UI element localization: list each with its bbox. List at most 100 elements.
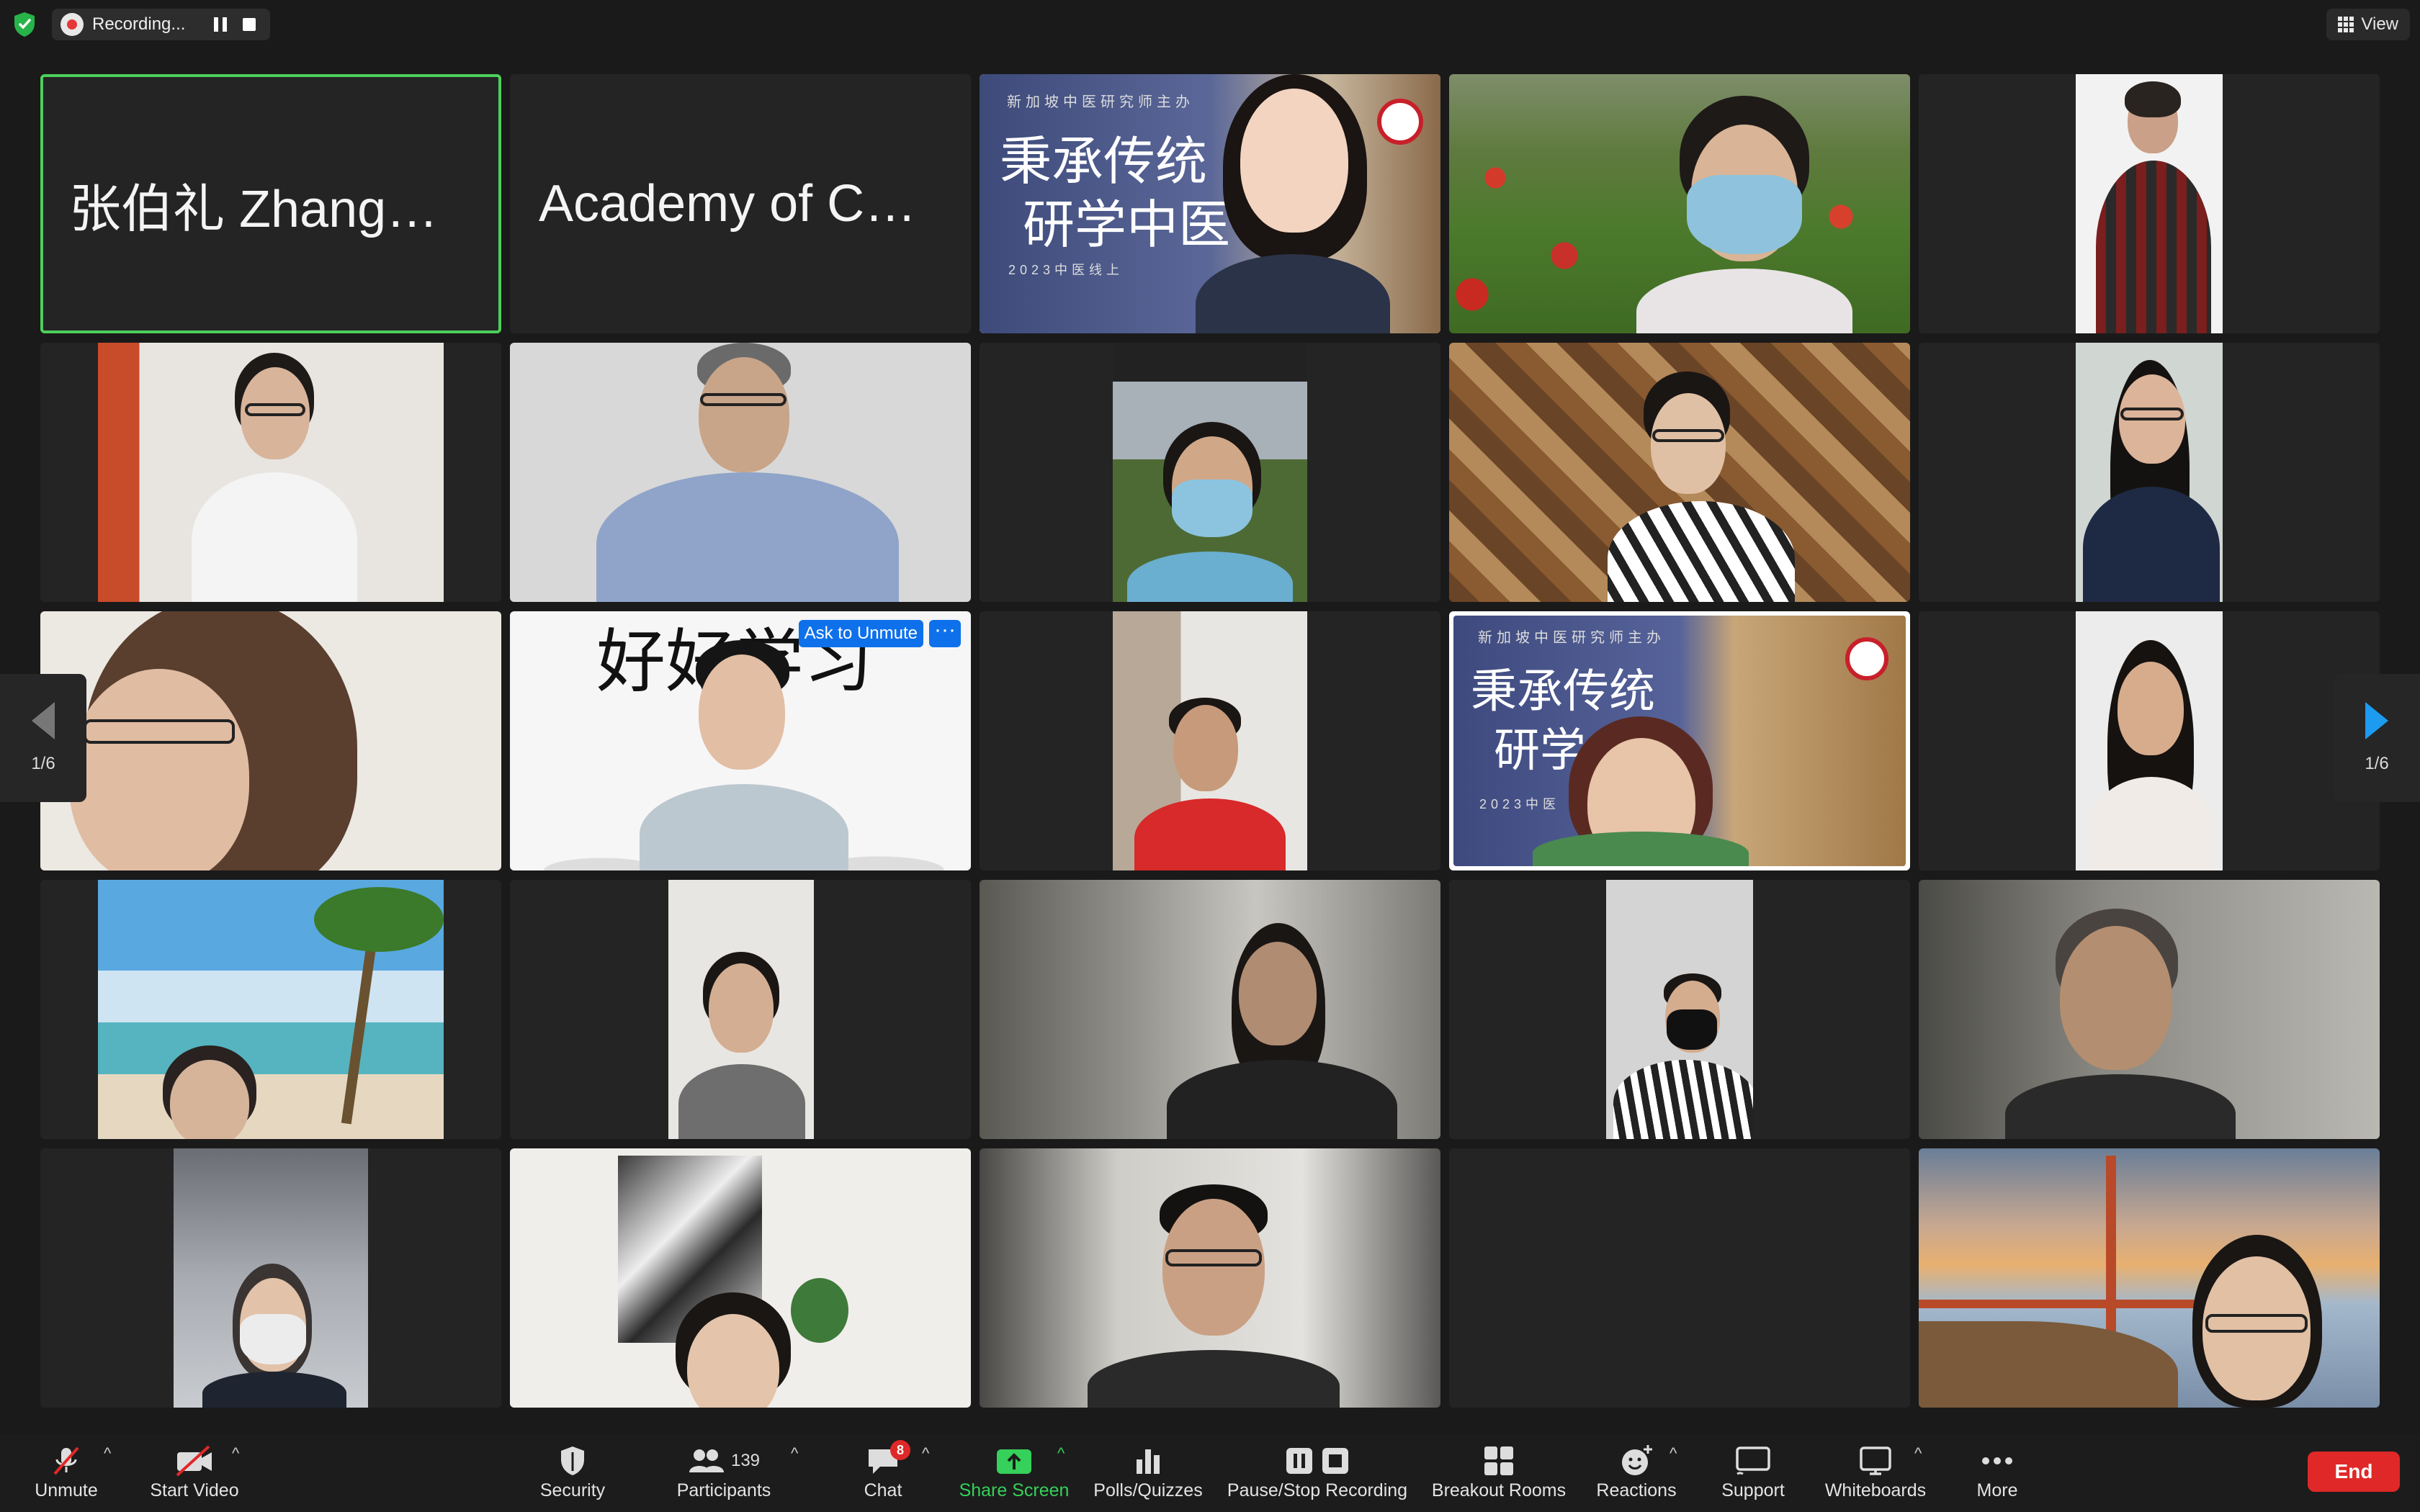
recording-dot-icon	[60, 13, 84, 36]
participant-tile-white-blouse[interactable]	[40, 343, 501, 602]
participant-tile-zhangboli[interactable]: 张伯礼 ZhangBoli	[40, 74, 501, 333]
whiteboards-caret-icon[interactable]: ^	[1914, 1444, 1922, 1463]
security-shield-icon	[561, 1446, 584, 1475]
video-feed	[2076, 74, 2223, 333]
page-indicator: 1/6	[2365, 754, 2389, 773]
participant-name: Academy of Chin...	[539, 175, 942, 233]
breakout-rooms-icon	[1484, 1446, 1513, 1475]
participant-tile-man-blue-shirt[interactable]	[510, 343, 971, 602]
security-button[interactable]: Security	[533, 1441, 612, 1509]
video-feed: 新加坡中医研究师主办 秉承传统 研学 2023中医	[1453, 616, 1906, 866]
participant-tile-closeup-glasses[interactable]	[40, 611, 501, 870]
chat-caret-icon[interactable]: ^	[922, 1444, 929, 1463]
participant-tile-glasses-lanyard[interactable]	[1919, 343, 2380, 602]
view-button[interactable]: View	[2326, 9, 2410, 40]
tile-more-options-button[interactable]: ···	[929, 619, 961, 647]
participant-tile-beach[interactable]	[40, 880, 501, 1139]
reactions-button[interactable]: Reactions	[1592, 1441, 1681, 1509]
participant-tile-academy[interactable]: Academy of Chin...	[510, 74, 971, 333]
chat-unread-badge: 8	[890, 1440, 910, 1460]
microphone-muted-icon	[53, 1446, 79, 1475]
participant-tile-golden-gate[interactable]	[1919, 1148, 2380, 1408]
video-feed	[98, 343, 444, 602]
next-page-button[interactable]: 1/6	[2334, 674, 2420, 802]
share-options-caret-icon[interactable]: ^	[1057, 1444, 1065, 1463]
stop-icon	[1322, 1448, 1348, 1474]
banner-title: 秉承传统	[1471, 665, 1655, 719]
chat-button[interactable]: 8 Chat	[857, 1440, 910, 1509]
pause-icon	[1286, 1448, 1312, 1474]
support-button[interactable]: Support	[1717, 1441, 1789, 1509]
polls-quizzes-button[interactable]: Polls/Quizzes	[1090, 1441, 1206, 1509]
page-indicator: 1/6	[31, 754, 55, 773]
participant-tile-outdoor-mask[interactable]	[980, 343, 1440, 602]
video-feed	[2076, 611, 2223, 870]
participant-tile-plant-art[interactable]	[510, 1148, 971, 1408]
banner-year: 2023中医	[1479, 797, 1561, 811]
ask-to-unmute-button[interactable]: Ask to Unmute	[798, 620, 923, 647]
encryption-shield-icon[interactable]	[13, 12, 36, 37]
participant-tile-empty[interactable]	[1449, 1148, 1910, 1408]
participants-caret-icon[interactable]: ^	[791, 1444, 798, 1463]
participants-button[interactable]: 139 Participants	[670, 1441, 778, 1509]
participant-tile-young-man-comic[interactable]: 好好学习 Ask to Unmute ···	[510, 611, 971, 870]
video-feed	[98, 880, 444, 1139]
participant-tile-checkered[interactable]	[1919, 74, 2380, 333]
participant-tile-red-shirt[interactable]	[980, 611, 1440, 870]
video-feed: 新加坡中医研究师主办 秉承传统 研学中医 2023中医线上	[980, 74, 1440, 333]
grid-view-icon	[2338, 17, 2354, 32]
more-button[interactable]: More	[1965, 1441, 2030, 1509]
video-feed	[1606, 880, 1753, 1139]
recording-label: Recording...	[92, 14, 186, 34]
participant-tile-blurred-room[interactable]	[980, 880, 1440, 1139]
recording-indicator[interactable]: Recording...	[52, 9, 271, 40]
banner-caption: 新加坡中医研究师主办	[1007, 94, 1194, 110]
participants-count: 139	[730, 1451, 761, 1470]
reactions-caret-icon[interactable]: ^	[1670, 1444, 1677, 1463]
pause-stop-recording-button[interactable]: Pause/Stop Recording	[1224, 1441, 1410, 1509]
unmute-button[interactable]: Unmute	[29, 1441, 104, 1509]
video-options-caret-icon[interactable]: ^	[232, 1444, 239, 1463]
breakout-rooms-button[interactable]: Breakout Rooms	[1430, 1441, 1567, 1509]
video-feed	[668, 880, 814, 1139]
participant-tile-poppies[interactable]	[1449, 74, 1910, 333]
banner-year: 2023中医线上	[1008, 263, 1124, 277]
view-label: View	[2361, 14, 2398, 34]
video-feed	[1449, 74, 1910, 333]
org-logo-icon	[1845, 637, 1888, 680]
video-feed	[174, 1148, 368, 1408]
participant-tile-man-glasses[interactable]	[980, 1148, 1440, 1408]
video-off-icon	[176, 1445, 212, 1477]
participant-tile-elder[interactable]	[1919, 880, 2380, 1139]
share-screen-icon	[997, 1449, 1031, 1474]
participant-tile-black-mask[interactable]	[1449, 880, 1910, 1139]
org-logo-icon	[1377, 99, 1423, 145]
arrow-right-icon	[2365, 702, 2388, 739]
gallery-grid: 张伯礼 ZhangBoli Academy of Chin... 新加坡中医研究…	[40, 74, 2380, 1408]
participant-tile-host-banner[interactable]: 新加坡中医研究师主办 秉承传统 研学中医 2023中医线上	[980, 74, 1440, 333]
video-feed	[980, 1148, 1440, 1408]
audio-options-caret-icon[interactable]: ^	[104, 1444, 111, 1463]
participant-tile-cohost-banner[interactable]: 新加坡中医研究师主办 秉承传统 研学 2023中医	[1449, 611, 1910, 870]
end-meeting-button[interactable]: End	[2308, 1452, 2400, 1492]
video-feed	[510, 343, 971, 602]
video-feed	[1113, 343, 1307, 602]
share-screen-button[interactable]: Share Screen	[956, 1441, 1072, 1509]
participant-tile-grey-tee[interactable]	[510, 880, 971, 1139]
previous-page-button[interactable]: 1/6	[0, 674, 86, 802]
banner-subtitle: 研学中医	[1023, 194, 1231, 255]
arrow-left-icon	[32, 702, 55, 739]
video-feed	[510, 1148, 971, 1408]
meeting-toolbar: Unmute ^ Start Video ^ Security 139 Part…	[0, 1434, 2420, 1512]
start-video-button[interactable]: Start Video	[144, 1441, 245, 1509]
participant-tile-hallway-mask[interactable]	[40, 1148, 501, 1408]
video-feed	[1919, 880, 2380, 1139]
pause-recording-icon[interactable]	[214, 17, 228, 32]
potted-plant	[791, 1278, 848, 1343]
video-feed	[1449, 343, 1910, 602]
video-feed	[980, 880, 1440, 1139]
participants-icon	[689, 1449, 724, 1472]
stop-recording-icon[interactable]	[243, 18, 256, 31]
participant-tile-herbs-bg[interactable]	[1449, 343, 1910, 602]
participant-tile-long-hair[interactable]	[1919, 611, 2380, 870]
